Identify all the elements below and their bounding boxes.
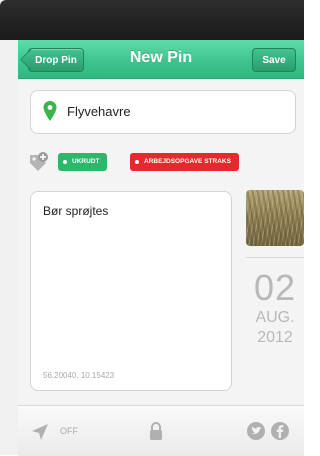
gps-coordinates: 56.20040, 10.15423	[43, 371, 115, 380]
map-pin-icon	[43, 101, 57, 121]
photo-thumbnail[interactable]	[246, 190, 304, 246]
twitter-icon[interactable]	[246, 421, 266, 441]
date-month: AUG.	[255, 309, 295, 326]
note-textarea[interactable]: Bør sprøjtes 56.20040, 10.15423	[30, 191, 232, 391]
facebook-icon[interactable]	[270, 421, 290, 441]
save-button[interactable]: Save	[252, 48, 296, 72]
tag-arbejdsopgave-straks[interactable]: ARBEJDSOPGAVE STRAKS	[130, 153, 239, 171]
location-toggle-state[interactable]: OFF	[60, 426, 78, 436]
note-text: Bør sprøjtes	[43, 204, 109, 218]
tag-add-icon[interactable]	[28, 151, 50, 173]
navigation-bar: Drop Pin New Pin Save	[18, 40, 304, 79]
location-arrow-icon[interactable]	[30, 422, 50, 442]
app-screen: Drop Pin New Pin Save Flyvehavre UKRUDT …	[0, 0, 304, 456]
location-field[interactable]: Flyvehavre	[30, 90, 296, 134]
bottom-toolbar: OFF	[18, 405, 304, 456]
date-year: 2012	[257, 329, 293, 346]
tag-ukrudt[interactable]: UKRUDT	[58, 153, 108, 171]
content-area: Flyvehavre UKRUDT ARBEJDSOPGAVE STRAKS B…	[18, 79, 304, 404]
tags-row: UKRUDT ARBEJDSOPGAVE STRAKS	[28, 151, 304, 173]
back-button-label: Drop Pin	[35, 54, 77, 66]
date-divider	[246, 257, 304, 258]
lock-icon[interactable]	[148, 421, 164, 441]
status-bar	[0, 0, 304, 40]
date-day: 02	[253, 267, 297, 308]
location-value: Flyvehavre	[67, 104, 131, 119]
